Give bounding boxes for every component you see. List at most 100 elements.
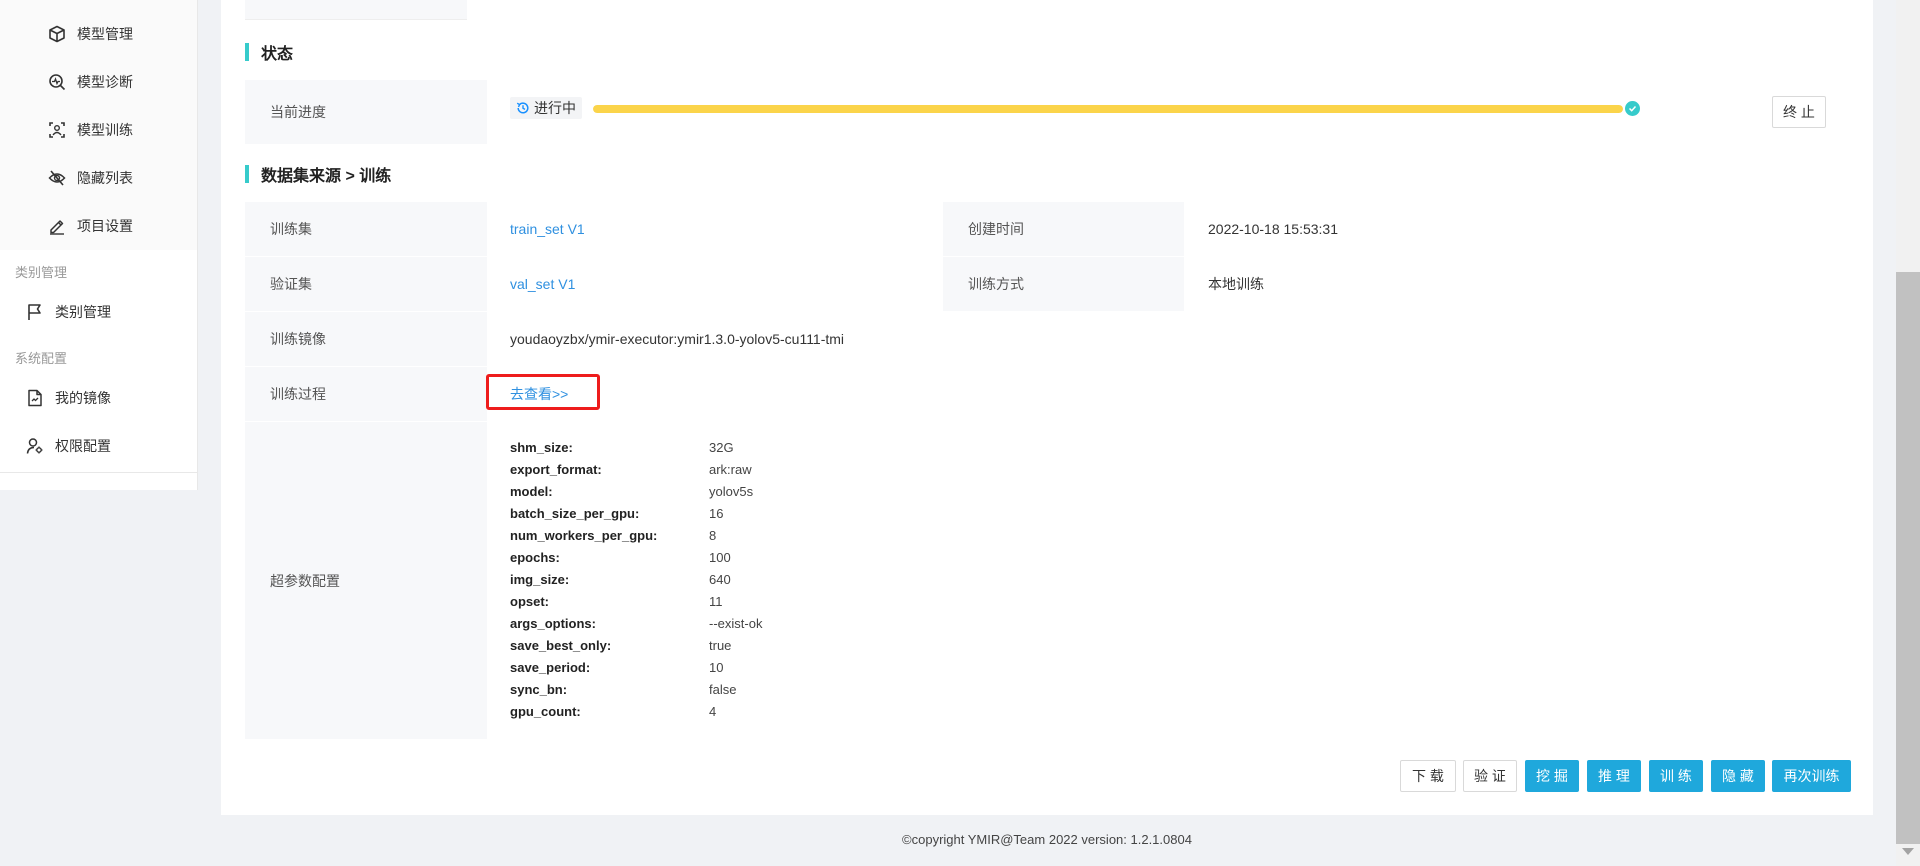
sidebar-item-label: 类别管理: [55, 304, 111, 320]
hyper-params-label: 超参数配置: [270, 572, 340, 589]
stop-button[interactable]: 终 止: [1772, 96, 1826, 128]
hyper-param-key: batch_size_per_gpu:: [510, 506, 640, 521]
sidebar-item-my-images[interactable]: 我的镜像: [25, 388, 111, 408]
train-set-link[interactable]: train_set V1: [510, 221, 585, 237]
train-set-value[interactable]: train_set V1: [510, 202, 585, 256]
hyper-param-value: ark:raw: [709, 462, 752, 477]
sidebar-divider: [0, 472, 197, 473]
sidebar-item-label: 我的镜像: [55, 390, 111, 406]
hyper-param-key: save_period:: [510, 660, 591, 675]
val-set-value[interactable]: val_set V1: [510, 257, 575, 311]
check-circle-icon: [1625, 101, 1640, 116]
hyper-param-value: 100: [709, 550, 731, 565]
sidebar-item-model-training[interactable]: 模型训练: [47, 120, 133, 140]
title-accent-bar: [245, 43, 249, 61]
train-button[interactable]: 训 练: [1649, 760, 1703, 792]
hyper-param-value: false: [709, 682, 737, 697]
val-set-link[interactable]: val_set V1: [510, 276, 575, 292]
hyper-param-value: 640: [709, 572, 731, 587]
sidebar-item-label: 模型管理: [77, 26, 133, 42]
infer-button[interactable]: 推 理: [1587, 760, 1641, 792]
hyper-param-key: sync_bn:: [510, 682, 568, 697]
train-mode-label-cell: 训练方式: [943, 257, 1184, 311]
progress-label-cell: 当前进度: [245, 80, 487, 144]
val-set-label: 验证集: [270, 276, 312, 292]
progress-bar: [593, 105, 1623, 113]
section-title-text: 状态: [261, 46, 294, 63]
edit-icon: [47, 216, 67, 236]
hyper-param-key: export_format:: [510, 462, 602, 477]
sidebar: 模型管理 模型诊断 模型训练 隐藏列表 项目设置 类别管理 类别管理 系统配置: [0, 0, 198, 490]
section-title-text: 数据集来源 > 训练: [261, 168, 392, 185]
sidebar-item-label: 项目设置: [77, 218, 133, 234]
scrollbar-thumb[interactable]: [1896, 272, 1920, 844]
hyper-param-key: epochs:: [510, 550, 560, 565]
process-label-cell: 训练过程: [245, 367, 487, 421]
eye-hidden-icon: [47, 168, 67, 188]
train-set-label-cell: 训练集: [245, 202, 487, 256]
view-training-process-link[interactable]: 去查看>>: [510, 384, 568, 404]
hyper-param-value: 4: [709, 704, 717, 719]
training-process-value[interactable]: 去查看>>: [510, 367, 568, 421]
hyper-params-label-cell: 超参数配置: [245, 422, 487, 739]
hyper-param-key: model:: [510, 484, 553, 499]
previous-row-cell: [245, 0, 467, 20]
progress-fill: [593, 105, 1623, 113]
scroll-down-arrow-icon[interactable]: [1902, 848, 1914, 855]
retrain-button[interactable]: 再次训练: [1772, 760, 1851, 792]
file-image-icon: [25, 388, 45, 408]
create-time-value: 2022-10-18 15:53:31: [1208, 221, 1338, 237]
hyper-param-key: shm_size:: [510, 440, 573, 455]
sidebar-item-label: 权限配置: [55, 438, 111, 454]
sidebar-item-model-management[interactable]: 模型管理: [47, 24, 133, 44]
hyper-param-key: save_best_only:: [510, 638, 612, 653]
hyper-param-value: 32G: [709, 440, 734, 455]
history-icon: [516, 101, 530, 115]
group-label-system: 系统配置: [15, 351, 68, 366]
training-process-label: 训练过程: [270, 386, 326, 402]
download-button[interactable]: 下 载: [1400, 760, 1456, 792]
sidebar-item-hidden-list[interactable]: 隐藏列表: [47, 168, 133, 188]
scrollbar[interactable]: [1896, 0, 1920, 866]
hyper-param-value: --exist-ok: [709, 616, 763, 631]
title-accent-bar: [245, 165, 249, 183]
val-set-label-cell: 验证集: [245, 257, 487, 311]
hyper-param-value: 10: [709, 660, 724, 675]
hyper-param-value: yolov5s: [709, 484, 754, 499]
training-image-value: youdaoyzbx/ymir-executor:ymir1.3.0-yolov…: [510, 331, 845, 347]
sidebar-item-project-settings[interactable]: 项目设置: [47, 216, 133, 236]
train-set-label: 训练集: [270, 221, 312, 237]
hyper-param-value: 11: [709, 594, 723, 609]
sidebar-item-category-management[interactable]: 类别管理: [25, 302, 111, 322]
hyper-param-value: 8: [709, 528, 717, 543]
verify-button[interactable]: 验 证: [1463, 760, 1517, 792]
hyper-param-key: args_options:: [510, 616, 596, 631]
mine-button[interactable]: 挖 掘: [1525, 760, 1579, 792]
train-mode-label: 训练方式: [968, 276, 1024, 292]
hyper-param-key: img_size:: [510, 572, 570, 587]
sidebar-item-permissions[interactable]: 权限配置: [25, 436, 111, 456]
flag-icon: [25, 302, 45, 322]
training-image-label: 训练镜像: [270, 331, 326, 347]
train-icon: [47, 120, 67, 140]
diagnose-icon: [47, 72, 67, 92]
footer-copyright: ©copyright YMIR@Team 2022 version: 1.2.1…: [902, 832, 1192, 847]
hyper-param-key: opset:: [510, 594, 549, 609]
cube-icon: [47, 24, 67, 44]
source-section-title: 数据集来源 > 训练: [245, 162, 391, 186]
hide-button[interactable]: 隐 藏: [1711, 760, 1765, 792]
hyper-param-key: gpu_count:: [510, 704, 581, 719]
status-section-title: 状态: [245, 40, 293, 64]
user-setting-icon: [25, 436, 45, 456]
sidebar-item-model-diagnose[interactable]: 模型诊断: [47, 72, 133, 92]
create-time-label: 创建时间: [968, 221, 1024, 237]
sidebar-item-label: 隐藏列表: [77, 170, 133, 186]
progress-label: 当前进度: [270, 104, 326, 120]
group-label-category: 类别管理: [15, 265, 68, 280]
train-mode-value: 本地训练: [1208, 276, 1264, 292]
detail-card: 状态 当前进度 进行中 终 止 数据集来源 > 训练 训练集 train_set…: [221, 0, 1873, 815]
status-text: 进行中: [534, 100, 576, 116]
sidebar-item-label: 模型训练: [77, 122, 133, 138]
create-time-label-cell: 创建时间: [943, 202, 1184, 256]
sidebar-item-label: 模型诊断: [77, 74, 133, 90]
